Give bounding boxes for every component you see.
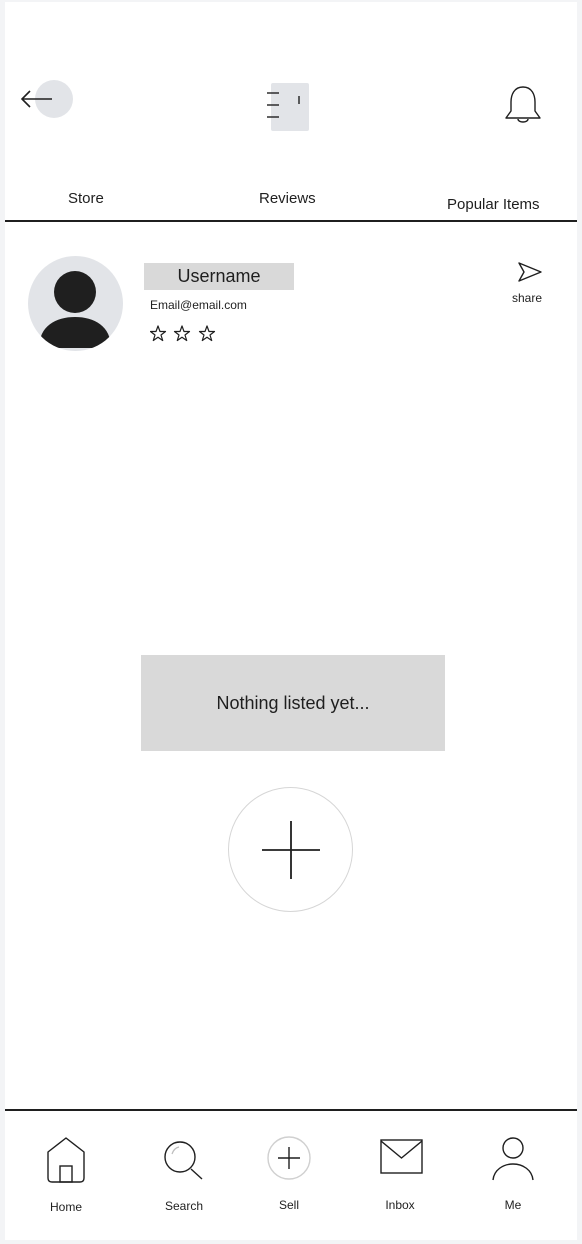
plus-icon: [262, 821, 320, 879]
share-label: share: [511, 291, 543, 305]
share-button[interactable]: share: [505, 261, 555, 307]
home-icon: [47, 1137, 85, 1183]
tab-reviews[interactable]: Reviews: [259, 190, 316, 207]
search-icon: [164, 1141, 203, 1180]
user-silhouette-icon: [39, 271, 111, 348]
nav-sell-label: Sell: [278, 1198, 299, 1212]
menu-button[interactable]: [263, 83, 309, 133]
mail-icon: [380, 1139, 423, 1174]
arrow-left-icon: [20, 90, 52, 108]
nav-inbox-label: Inbox: [385, 1198, 415, 1212]
add-listing-button[interactable]: [228, 787, 353, 912]
email-address: Email@email.com: [150, 298, 247, 312]
nav-home[interactable]: Home: [26, 1132, 106, 1222]
notifications-button[interactable]: [501, 84, 545, 128]
user-icon: [492, 1137, 534, 1181]
nav-me-label: Me: [504, 1198, 522, 1212]
app-screen: Store Reviews Popular Items Username Ema…: [5, 2, 577, 1240]
tab-store[interactable]: Store: [68, 190, 104, 207]
tab-popular-items[interactable]: Popular Items: [447, 196, 540, 213]
star-icon: [149, 325, 167, 342]
nav-me[interactable]: Me: [473, 1132, 553, 1222]
nav-search-label: Search: [164, 1199, 204, 1213]
avatar[interactable]: [28, 256, 123, 351]
empty-listings-message: Nothing listed yet...: [141, 655, 445, 751]
star-icon: [198, 325, 216, 342]
empty-listings-text: Nothing listed yet...: [216, 692, 370, 713]
nav-inbox[interactable]: Inbox: [360, 1132, 440, 1222]
back-button[interactable]: [19, 80, 79, 120]
nav-search[interactable]: Search: [144, 1132, 224, 1222]
star-icon: [173, 325, 191, 342]
rating-stars: [149, 325, 220, 343]
menu-icon: [267, 92, 300, 118]
nav-sell[interactable]: Sell: [249, 1132, 329, 1222]
send-icon: [518, 262, 542, 282]
username: Username: [144, 263, 294, 290]
bell-icon: [505, 86, 541, 123]
bottom-nav-divider: [5, 1109, 577, 1111]
nav-home-label: Home: [49, 1200, 82, 1214]
plus-circle-icon: [267, 1136, 311, 1180]
tab-divider: [5, 220, 577, 222]
